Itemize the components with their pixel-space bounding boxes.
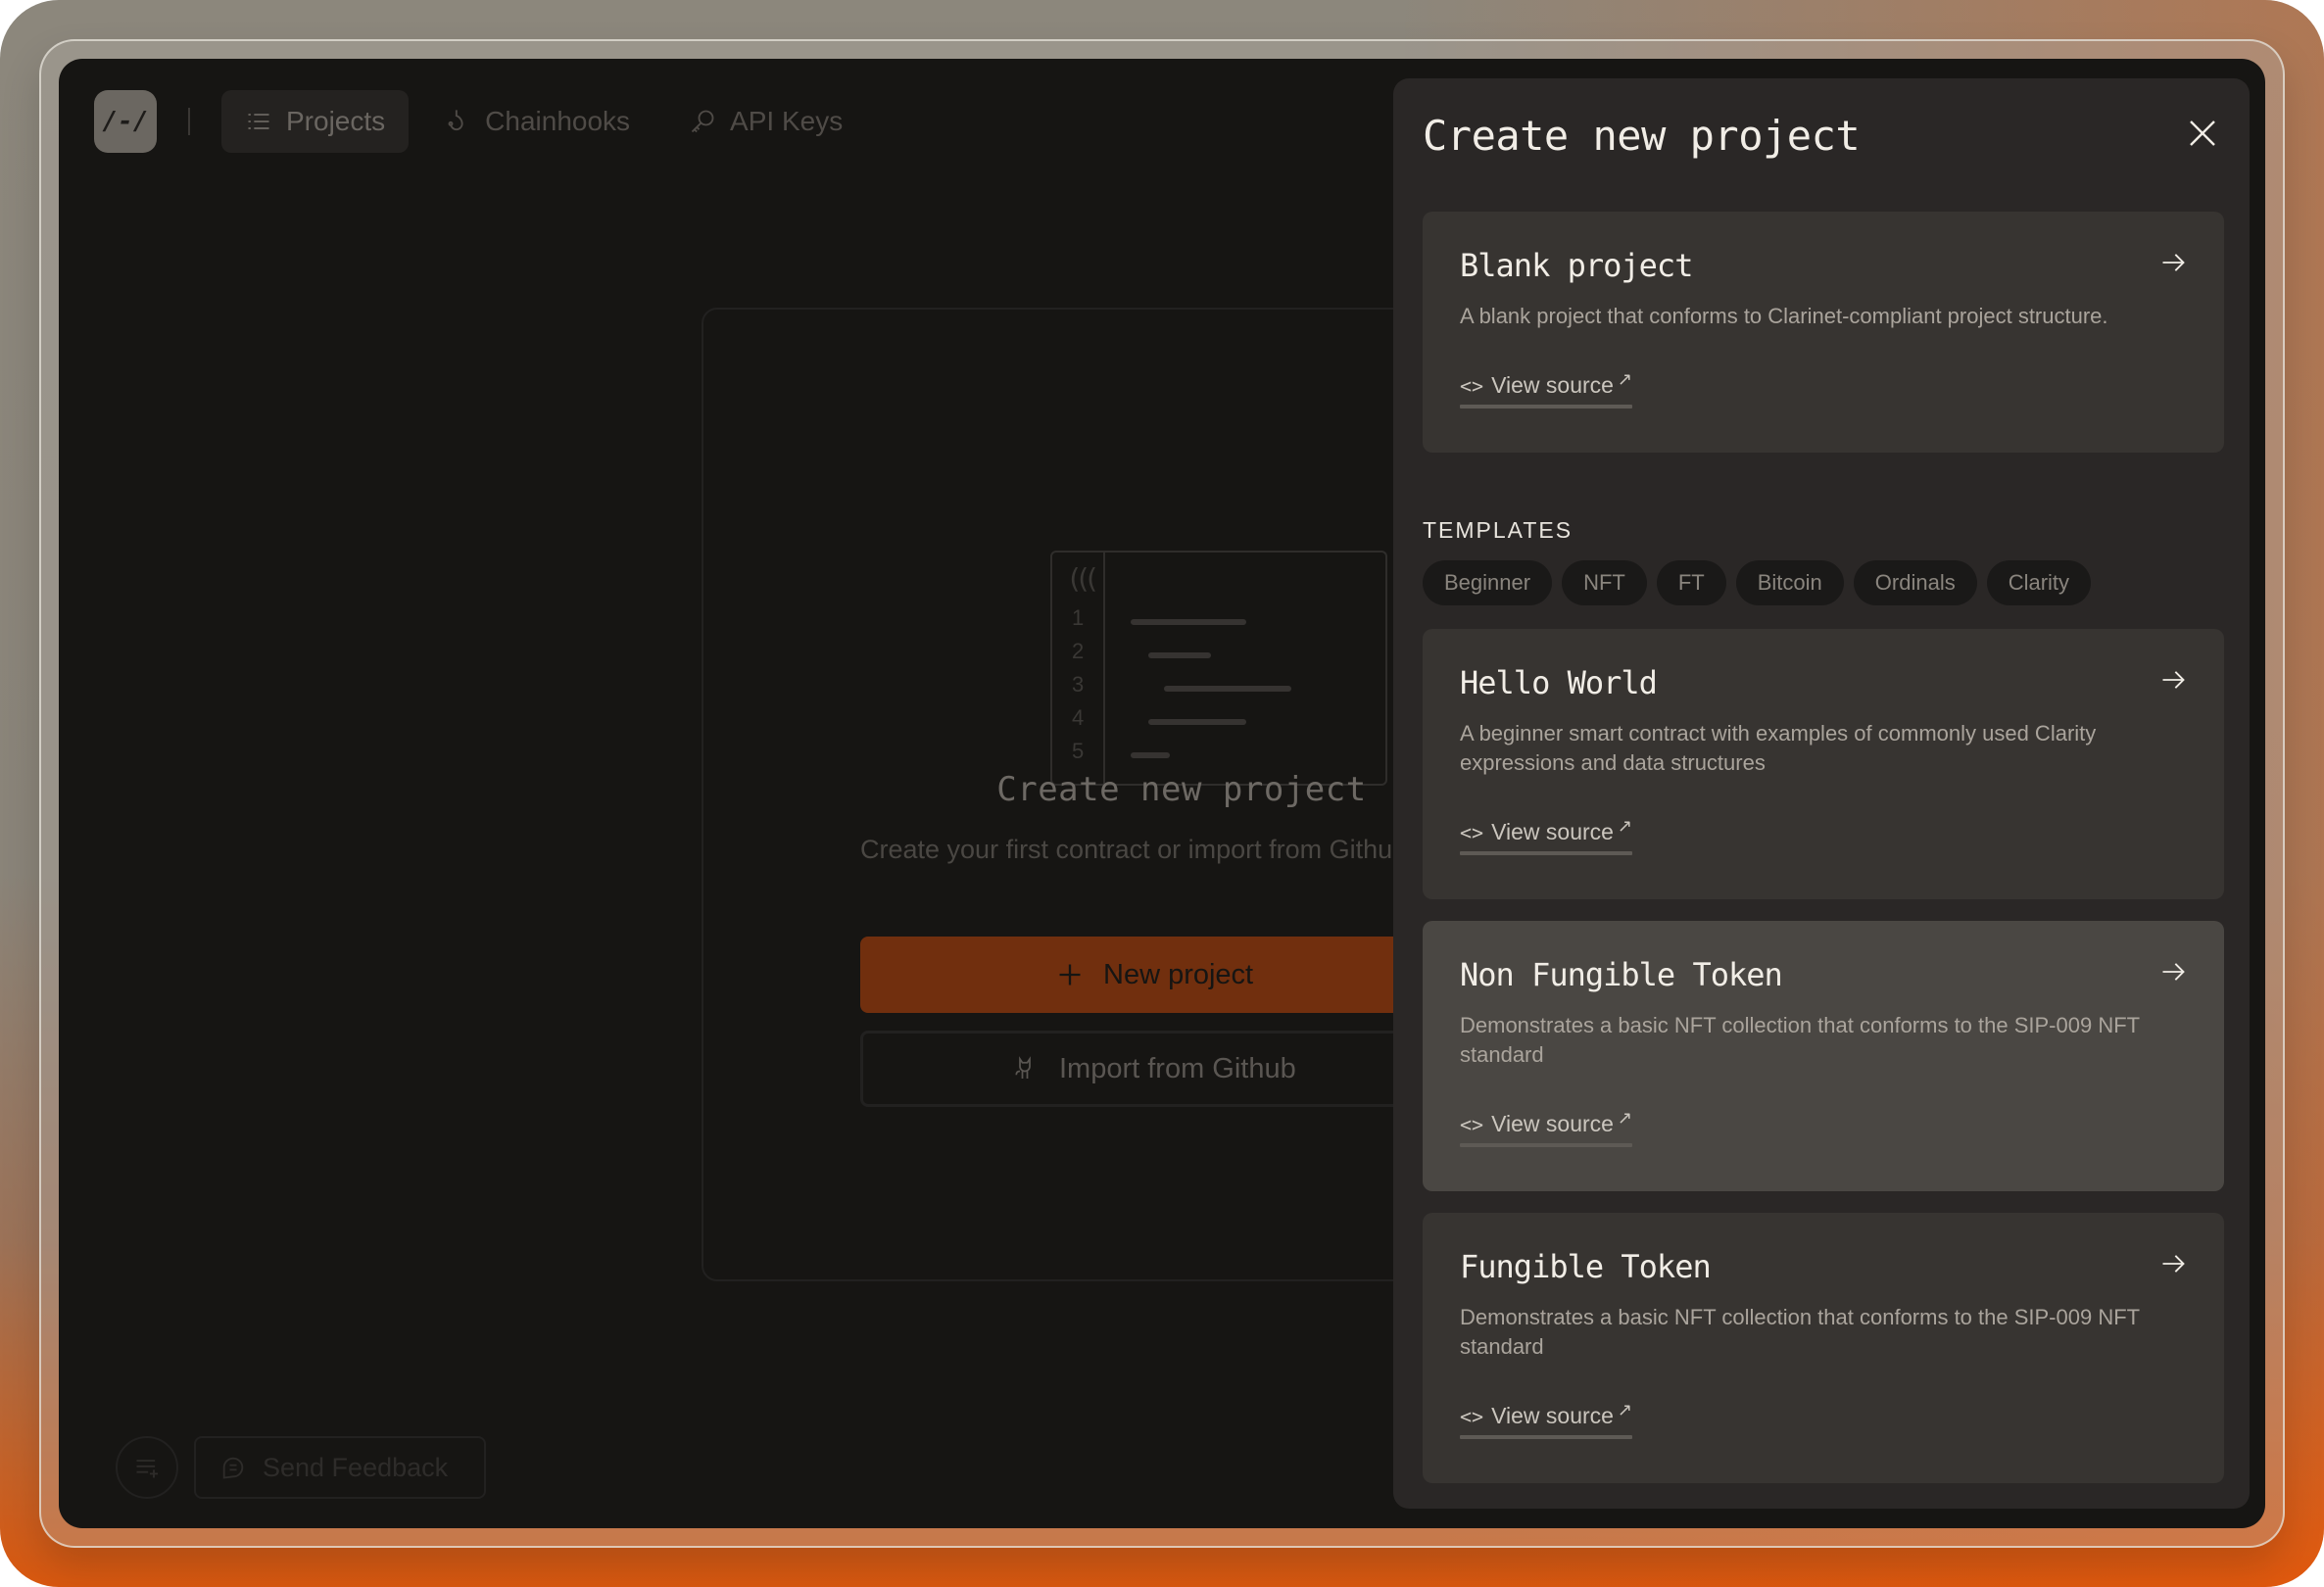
code-icon: <> xyxy=(1460,1404,1484,1428)
filter-chip-ft[interactable]: FT xyxy=(1656,560,1726,605)
code-icon: <> xyxy=(1460,1112,1484,1136)
app-logo[interactable]: /-/ xyxy=(94,90,157,153)
code-illustration: ((( 1 2 3 4 5 xyxy=(1050,551,1387,786)
line-number: 1 xyxy=(1072,605,1085,630)
card-title: Non Fungible Token xyxy=(1460,956,1783,993)
clarity-paren-glyph: ((( xyxy=(1066,562,1099,595)
view-source-label: View source xyxy=(1491,1111,1614,1136)
filter-chip-clarity[interactable]: Clarity xyxy=(1986,560,2092,605)
filter-chip-nft[interactable]: NFT xyxy=(1562,560,1647,605)
view-source-link[interactable]: <> View source ↗ xyxy=(1460,816,1633,855)
card-title: Fungible Token xyxy=(1460,1248,1712,1285)
external-link-icon: ↗ xyxy=(1617,1400,1633,1419)
import-label: Import from Github xyxy=(1059,1052,1296,1084)
nav-item-label: Chainhooks xyxy=(485,106,631,136)
code-line xyxy=(1148,652,1211,658)
filter-chip-ordinals[interactable]: Ordinals xyxy=(1853,560,1977,605)
code-line xyxy=(1164,686,1291,692)
code-line xyxy=(1131,619,1246,625)
nav-item-chainhooks[interactable]: Chainhooks xyxy=(420,90,654,153)
code-icon: <> xyxy=(1460,820,1484,844)
nav-divider xyxy=(188,108,190,135)
arrow-right-icon xyxy=(2162,254,2185,271)
list-icon xyxy=(248,114,269,129)
template-card-ft[interactable]: Fungible Token Demonstrates a basic NFT … xyxy=(1423,1213,2224,1483)
nav-item-projects[interactable]: Projects xyxy=(221,90,410,153)
filter-chip-bitcoin[interactable]: Bitcoin xyxy=(1735,560,1844,605)
view-source-link[interactable]: <> View source ↗ xyxy=(1460,369,1633,409)
empty-state-subtitle: Create your first contract or import fro… xyxy=(860,835,1408,864)
card-description: A blank project that conforms to Clarine… xyxy=(1460,304,2108,328)
new-project-label: New project xyxy=(1103,958,1254,990)
top-nav: /-/ Projects Chainhooks API Keys xyxy=(94,90,878,153)
filter-chip-beginner[interactable]: Beginner xyxy=(1423,560,1553,605)
create-project-panel: Create new project Blank project A blank… xyxy=(1393,78,2250,1509)
external-link-icon: ↗ xyxy=(1617,369,1633,389)
card-description: Demonstrates a basic NFT collection that… xyxy=(1460,1013,2140,1067)
close-button[interactable] xyxy=(2179,110,2226,157)
arrow-right-icon xyxy=(2162,1255,2185,1273)
github-icon xyxy=(1015,1056,1031,1079)
card-description: A beginner smart contract with examples … xyxy=(1460,721,2097,775)
send-feedback-label: Send Feedback xyxy=(263,1452,449,1482)
arrow-right-icon xyxy=(2162,671,2185,689)
view-source-link[interactable]: <> View source ↗ xyxy=(1460,1108,1633,1147)
view-source-label: View source xyxy=(1491,1403,1614,1428)
code-icon: <> xyxy=(1460,373,1484,398)
view-source-label: View source xyxy=(1491,819,1614,844)
code-line xyxy=(1148,719,1246,725)
line-number: 3 xyxy=(1072,672,1085,697)
view-source-link[interactable]: <> View source ↗ xyxy=(1460,1400,1633,1439)
send-feedback-button[interactable]: Send Feedback xyxy=(194,1436,486,1499)
line-number: 5 xyxy=(1072,739,1085,763)
logo-text: /-/ xyxy=(102,107,149,136)
template-card-hello-world[interactable]: Hello World A beginner smart contract wi… xyxy=(1423,629,2224,899)
card-description: Demonstrates a basic NFT collection that… xyxy=(1460,1305,2140,1359)
templates-heading: TEMPLATES xyxy=(1423,517,1574,543)
view-source-label: View source xyxy=(1491,372,1614,398)
external-link-icon: ↗ xyxy=(1617,1108,1633,1128)
code-line xyxy=(1131,752,1170,758)
hook-icon xyxy=(448,110,463,131)
external-link-icon: ↗ xyxy=(1617,816,1633,836)
card-title: Hello World xyxy=(1460,664,1658,701)
plus-icon xyxy=(1059,964,1081,986)
nav-item-label: API Keys xyxy=(730,106,844,136)
app-window: /-/ Projects Chainhooks API Keys (((1 2… xyxy=(59,59,2265,1528)
panel-title: Create new project xyxy=(1423,112,1861,160)
key-icon xyxy=(691,110,714,133)
close-icon xyxy=(2190,120,2215,146)
blank-project-card[interactable]: Blank project A blank project that confo… xyxy=(1423,212,2224,453)
template-card-nft[interactable]: Non Fungible Token Demonstrates a basic … xyxy=(1423,921,2224,1191)
list-add-icon xyxy=(136,1460,159,1478)
line-number: 4 xyxy=(1072,705,1085,730)
nav-item-api-keys[interactable]: API Keys xyxy=(665,90,866,153)
arrow-right-icon xyxy=(2162,963,2185,981)
changelog-button[interactable] xyxy=(116,1436,178,1499)
card-title: Blank project xyxy=(1460,247,1693,284)
template-filters: Beginner NFT FT Bitcoin Ordinals Clarity xyxy=(1423,560,2092,605)
chat-icon xyxy=(222,1457,244,1479)
line-number: 2 xyxy=(1072,639,1085,663)
nav-item-label: Projects xyxy=(286,106,386,136)
